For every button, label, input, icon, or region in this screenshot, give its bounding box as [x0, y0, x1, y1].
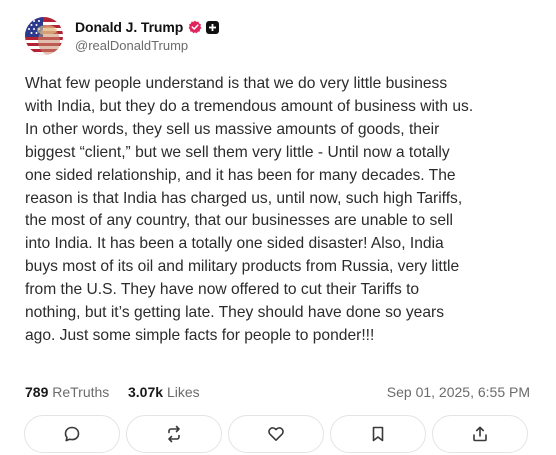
likes-count: 3.07k	[128, 384, 164, 400]
action-bar	[24, 415, 529, 455]
bookmark-button[interactable]	[330, 415, 426, 453]
like-button[interactable]	[228, 415, 324, 453]
retruths-count: 789	[25, 384, 49, 400]
post-meta: 789 ReTruths 3.07k Likes Sep 01, 2025, 6…	[25, 384, 530, 402]
share-icon	[473, 426, 487, 442]
verified-badge-icon	[188, 20, 202, 34]
post-timestamp[interactable]: Sep 01, 2025, 6:55 PM	[387, 384, 530, 400]
reply-icon	[64, 426, 80, 442]
retruths-label: ReTruths	[52, 384, 110, 400]
likes-stat[interactable]: 3.07k Likes	[128, 384, 200, 400]
plus-badge-icon	[206, 20, 220, 34]
retruths-stat[interactable]: 789 ReTruths	[25, 384, 109, 400]
author-avatar[interactable]	[25, 17, 63, 55]
author-name-row: Donald J. Trump	[75, 18, 220, 36]
share-button[interactable]	[432, 415, 528, 453]
author-handle[interactable]: @realDonaldTrump	[75, 38, 188, 53]
author-display-name[interactable]: Donald J. Trump	[75, 19, 183, 35]
bookmark-icon	[372, 426, 384, 442]
retruth-icon	[168, 425, 180, 443]
truth-post: Donald J. Trump @realDonaldTrump What fe…	[0, 0, 556, 454]
retruth-button[interactable]	[126, 415, 222, 453]
avatar-american-flag-icon	[25, 17, 63, 55]
heart-icon	[268, 427, 284, 441]
likes-label: Likes	[166, 384, 200, 400]
post-text: What few people understand is that we do…	[25, 75, 474, 344]
reply-button[interactable]	[24, 415, 120, 453]
